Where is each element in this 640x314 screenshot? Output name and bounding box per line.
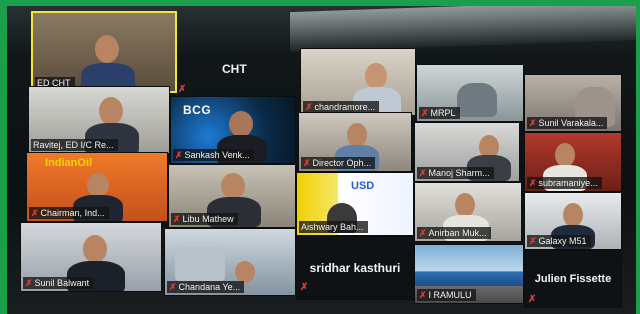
participant-tile-indianoil[interactable]: IndianOil ✗ Chairman, Ind... bbox=[26, 152, 168, 222]
frame-border-right bbox=[636, 0, 640, 314]
mic-muted-icon: ✗ bbox=[25, 278, 33, 288]
participant-name: Aishwary Bah... bbox=[299, 221, 368, 233]
mic-muted-icon: ✗ bbox=[419, 228, 427, 238]
participant-tile-ravitej[interactable]: Ravitej, ED I/C Re... bbox=[28, 86, 170, 154]
participant-tile-julien[interactable]: Julien Fissette bbox=[524, 250, 622, 308]
video-wall: CHT ED CHT ✗ chandramore... ✗ MRPL ✗ Sun… bbox=[0, 0, 640, 314]
mic-muted-icon: ✗ bbox=[178, 84, 187, 95]
mic-muted-icon: ✗ bbox=[529, 178, 537, 188]
mic-muted-icon: ✗ bbox=[31, 208, 39, 218]
participant-name: Ravitej, ED I/C Re... bbox=[31, 139, 118, 151]
mic-muted-icon: ✗ bbox=[529, 236, 537, 246]
participant-name: ✗ Chairman, Ind... bbox=[29, 207, 109, 219]
mic-muted-icon: ✗ bbox=[419, 290, 427, 300]
participant-tile-ed-cht[interactable]: ED CHT bbox=[31, 11, 177, 93]
mic-muted-icon: ✗ bbox=[529, 118, 537, 128]
participant-name: ✗ subramaniye... bbox=[527, 177, 602, 189]
participant-name: ✗ Manoj Sharm... bbox=[417, 167, 494, 179]
participant-name: ✗ Sunil Balwant bbox=[23, 277, 94, 289]
participant-tile-director[interactable]: ✗ Director Oph... bbox=[298, 112, 412, 172]
participant-name: ✗ I RAMULU bbox=[417, 289, 476, 301]
frame-border-left bbox=[0, 0, 7, 314]
screen-glare bbox=[290, 0, 640, 53]
mic-muted-icon: ✗ bbox=[300, 282, 309, 293]
participant-tile-sunil-varakala[interactable]: ✗ Sunil Varakala... bbox=[524, 74, 622, 132]
participant-name: sridhar kasthuri bbox=[309, 261, 401, 275]
participant-tile-subramaniye[interactable]: ✗ subramaniye... bbox=[524, 132, 622, 192]
mic-muted-icon: ✗ bbox=[303, 158, 311, 168]
participant-name: ✗ Galaxy M51 bbox=[527, 235, 591, 247]
usd-logo-text: USD bbox=[351, 180, 375, 192]
participant-tile-aishwary[interactable]: USD Aishwary Bah... bbox=[296, 172, 414, 236]
participant-tile-galaxy[interactable]: ✗ Galaxy M51 bbox=[524, 192, 622, 250]
participant-name: Julien Fissette bbox=[534, 273, 612, 285]
participant-tile-ramulu[interactable]: ✗ I RAMULU bbox=[414, 244, 524, 304]
frame-border-top bbox=[0, 0, 640, 6]
mic-muted-icon: ✗ bbox=[169, 282, 177, 292]
participant-tile-anirban[interactable]: ✗ Anirban Muk... bbox=[414, 182, 522, 242]
indianoil-logo: IndianOil bbox=[45, 157, 93, 169]
participant-tile-libu[interactable]: ✗ Libu Mathew bbox=[168, 164, 296, 228]
participant-tile-sridhar[interactable]: sridhar kasthuri bbox=[296, 236, 414, 300]
participant-tile-manoj[interactable]: ✗ Manoj Sharm... bbox=[414, 122, 520, 182]
participant-tile-chandramore[interactable]: ✗ chandramore... bbox=[300, 48, 416, 116]
participant-name: ✗ Anirban Muk... bbox=[417, 227, 491, 239]
host-name-label: CHT bbox=[222, 62, 247, 76]
participant-name: ✗ Director Oph... bbox=[301, 157, 376, 169]
participant-tile-bcg[interactable]: BCG ✗ Sankash Venk... bbox=[170, 96, 296, 164]
participant-name: ✗ MRPL bbox=[419, 107, 460, 119]
mic-muted-icon: ✗ bbox=[419, 168, 427, 178]
bcg-logo: BCG bbox=[183, 103, 212, 117]
participant-name: ✗ Sunil Varakala... bbox=[527, 117, 608, 129]
mic-muted-icon: ✗ bbox=[528, 294, 537, 305]
participant-tile-sunil-balwant[interactable]: ✗ Sunil Balwant bbox=[20, 222, 162, 292]
participant-tile-mrpl[interactable]: ✗ MRPL bbox=[416, 64, 524, 122]
mic-muted-icon: ✗ bbox=[421, 108, 429, 118]
